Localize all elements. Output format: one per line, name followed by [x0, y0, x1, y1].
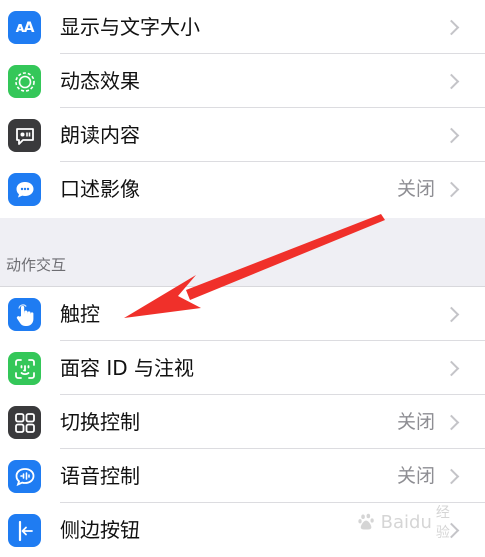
switch-control-icon: [8, 406, 41, 439]
watermark-text: Baidu: [380, 511, 432, 533]
row-label: 面容 ID 与注视: [60, 356, 195, 380]
row-switch-control[interactable]: 切换控制 关闭: [0, 395, 485, 449]
chevron-right-icon: [443, 306, 460, 323]
chevron-right-icon: [443, 360, 460, 377]
row-label: 显示与文字大小: [60, 15, 200, 39]
chevron-right-icon: [443, 468, 460, 485]
section-header-interaction: 动作交互: [6, 256, 67, 274]
row-motion[interactable]: 动态效果: [0, 54, 485, 108]
row-label: 朗读内容: [60, 123, 140, 147]
row-value: 关闭: [396, 178, 435, 200]
row-label: 触控: [60, 302, 100, 326]
watermark-sub: 经验: [435, 505, 450, 541]
row-face-id-attention[interactable]: 面容 ID 与注视: [0, 341, 485, 395]
chevron-right-icon: [443, 414, 460, 431]
voice-control-icon: [8, 460, 41, 493]
touch-hand-icon: [8, 298, 41, 331]
row-voice-control[interactable]: 语音控制 关闭: [0, 449, 485, 503]
speech-icon: [8, 119, 41, 152]
text-size-icon: ᴀA: [8, 11, 41, 44]
row-spoken-content[interactable]: 朗读内容: [0, 108, 485, 162]
side-button-icon: [8, 514, 41, 547]
accessibility-vision-group: ᴀA 显示与文字大小 动态效果 朗读内容 口述影像 关闭: [0, 0, 485, 218]
row-label: 侧边按钮: [60, 518, 140, 542]
paw-logo-icon: [358, 513, 374, 530]
baidu-watermark: Baidu 经验: [357, 505, 457, 541]
audio-description-icon: [8, 173, 41, 206]
row-label: 动态效果: [60, 69, 140, 93]
chevron-right-icon: [443, 181, 460, 198]
row-display-text-size[interactable]: ᴀA 显示与文字大小: [0, 0, 485, 54]
face-id-icon: [8, 352, 41, 385]
chevron-right-icon: [443, 19, 460, 36]
row-value: 关闭: [396, 411, 435, 433]
row-audio-descriptions[interactable]: 口述影像 关闭: [0, 162, 485, 216]
row-label: 口述影像: [60, 177, 140, 201]
row-touch[interactable]: 触控: [0, 287, 485, 341]
row-value: 关闭: [396, 465, 435, 487]
chevron-right-icon: [443, 73, 460, 90]
row-label: 切换控制: [60, 410, 140, 434]
chevron-right-icon: [443, 127, 460, 144]
row-label: 语音控制: [60, 464, 140, 488]
motion-icon: [8, 65, 41, 98]
